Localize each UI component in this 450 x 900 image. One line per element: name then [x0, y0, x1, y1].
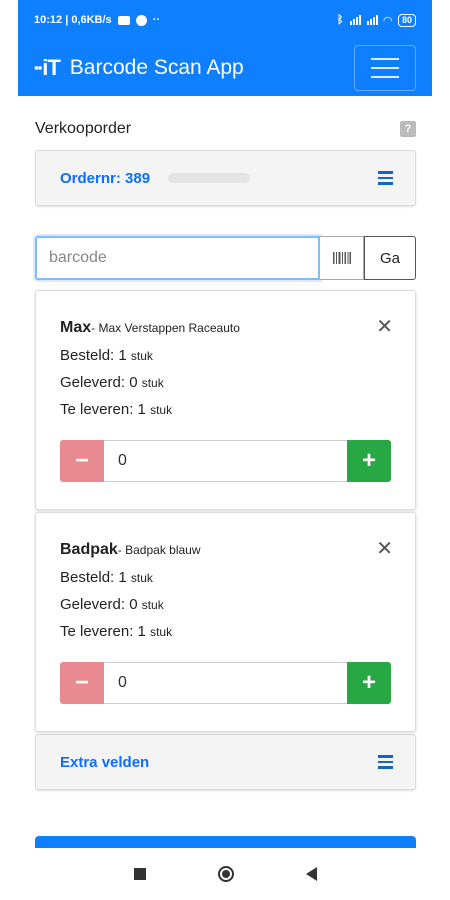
delivered-quantity: Geleverd: 0 stuk — [60, 374, 164, 391]
close-icon[interactable]: ✕ — [376, 539, 393, 559]
wifi-icon: ◠ — [383, 14, 392, 27]
status-time: 10:12 | 0,6KB/s — [34, 14, 112, 26]
hamburger-icon — [371, 58, 399, 60]
quantity-stepper: − + — [60, 662, 391, 704]
item-description: - Badpak blauw — [117, 543, 201, 557]
ordered-quantity: Besteld: 1 stuk — [60, 569, 153, 586]
barcode-icon — [332, 252, 351, 264]
increment-button[interactable]: + — [347, 662, 391, 704]
to-deliver-quantity: Te leveren: 1 stuk — [60, 401, 173, 418]
list-icon[interactable] — [378, 171, 393, 185]
help-icon[interactable]: ? — [400, 121, 416, 137]
quantity-input[interactable] — [104, 662, 347, 704]
barcode-input[interactable] — [35, 236, 320, 280]
order-line-card: ✕ Badpak- Badpak blauw Besteld: 1 stuk G… — [35, 512, 416, 732]
ordered-quantity: Besteld: 1 stuk — [60, 347, 153, 364]
increment-button[interactable]: + — [347, 440, 391, 482]
decrement-button[interactable]: − — [60, 440, 104, 482]
order-number: Ordernr: 389 — [60, 169, 151, 187]
list-icon[interactable] — [378, 755, 393, 769]
bluetooth-icon: ᛒ — [336, 14, 344, 26]
item-name: Badpak — [60, 541, 118, 558]
extra-fields-label: Extra velden — [60, 753, 150, 771]
message-icon — [117, 15, 130, 25]
section-header: Verkooporder ? — [35, 120, 416, 138]
quantity-input[interactable] — [104, 440, 347, 482]
order-header[interactable]: Ordernr: 389 — [35, 150, 416, 206]
order-placeholder-bar — [168, 173, 251, 183]
extra-fields-header[interactable]: Extra velden — [35, 734, 416, 790]
app-logo: ▪▪ iT — [34, 55, 61, 80]
delivered-quantity: Geleverd: 0 stuk — [60, 596, 164, 613]
whatsapp-icon — [135, 14, 147, 26]
item-title: Badpak- Badpak blauw — [60, 541, 391, 559]
quantity-stepper: − + — [60, 440, 391, 482]
item-title: Max- Max Verstappen Raceauto — [60, 319, 391, 337]
go-button[interactable]: Ga — [364, 236, 416, 280]
app-header: ▪▪ iT Barcode Scan App — [18, 40, 432, 96]
main-content: Verkooporder ? Ordernr: 389 Ga ✕ Max- Ma… — [35, 96, 416, 790]
recent-apps-icon[interactable] — [133, 868, 146, 880]
menu-toggle-button[interactable] — [354, 45, 416, 91]
status-bar: 10:12 | 0,6KB/s ·· ᛒ ◠ 80 — [18, 0, 432, 40]
item-name: Max — [60, 319, 92, 336]
barcode-input-group: Ga — [35, 236, 416, 280]
item-description: - Max Verstappen Raceauto — [91, 321, 240, 335]
app-title: Barcode Scan App — [69, 56, 244, 79]
home-icon[interactable] — [217, 866, 234, 882]
back-icon[interactable] — [305, 867, 317, 881]
android-nav-bar — [0, 848, 450, 900]
decrement-button[interactable]: − — [60, 662, 104, 704]
more-notifications: ·· — [152, 14, 161, 26]
scan-barcode-button[interactable] — [320, 236, 364, 280]
order-line-card: ✕ Max- Max Verstappen Raceauto Besteld: … — [35, 290, 416, 510]
logo-dots: ▪▪ — [34, 60, 42, 75]
to-deliver-quantity: Te leveren: 1 stuk — [60, 623, 173, 640]
close-icon[interactable]: ✕ — [376, 317, 393, 337]
signal-icon — [349, 15, 361, 25]
battery-icon: 80 — [397, 13, 416, 27]
section-title: Verkooporder — [35, 120, 132, 137]
signal-icon-2 — [366, 15, 378, 25]
